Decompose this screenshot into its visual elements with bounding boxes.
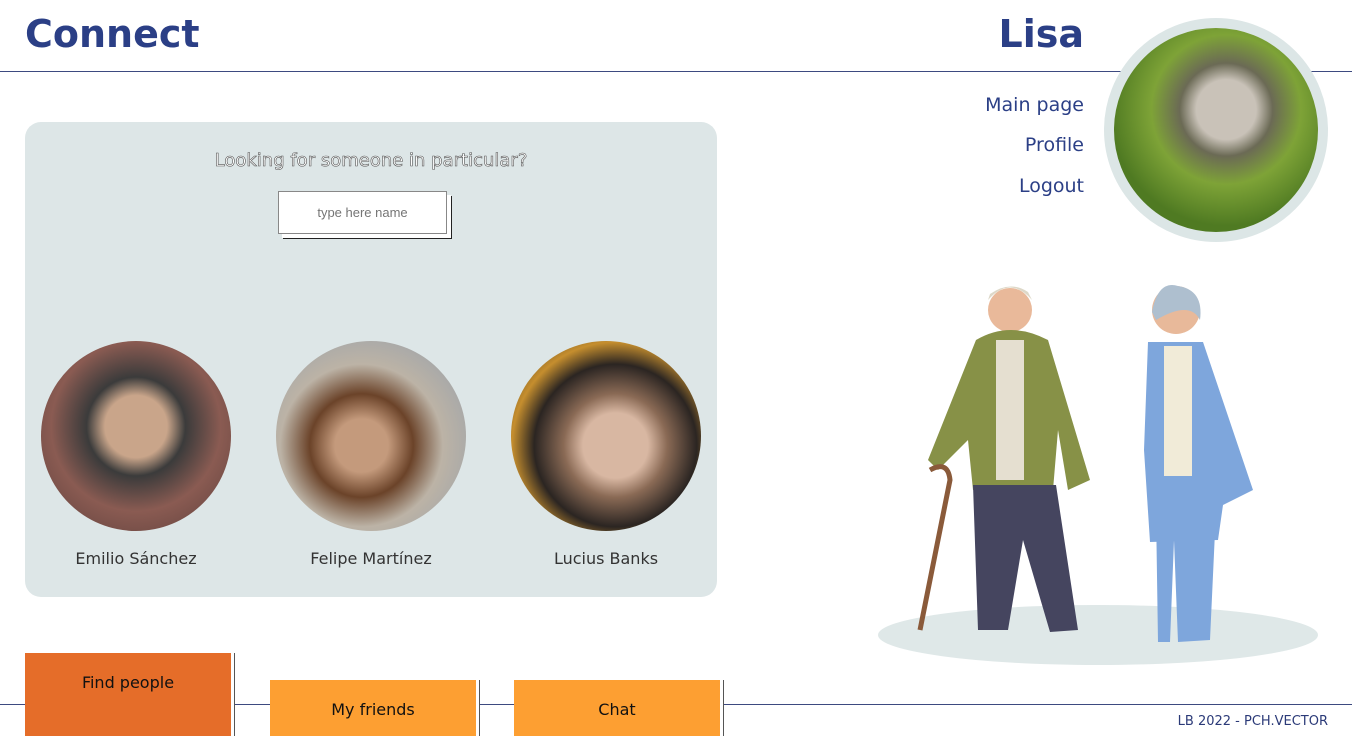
nav-profile[interactable]: Profile (1025, 134, 1084, 156)
person-photo[interactable] (276, 341, 466, 531)
footer-credit: LB 2022 - PCH.VECTOR (1177, 714, 1328, 729)
search-question: Looking for someone in particular? (214, 150, 528, 172)
person-name[interactable]: Emilio Sánchez (41, 549, 231, 568)
nav-logout[interactable]: Logout (1019, 175, 1084, 197)
user-name: Lisa (998, 12, 1085, 56)
app-logo: Connect (25, 12, 200, 56)
person-name[interactable]: Felipe Martínez (276, 549, 466, 568)
search-panel: Looking for someone in particular? Emili… (25, 122, 717, 597)
search-input[interactable] (278, 191, 447, 234)
nav-main-page[interactable]: Main page (985, 94, 1084, 116)
person-card[interactable]: Lucius Banks (511, 341, 701, 568)
tab-my-friends[interactable]: My friends (270, 680, 476, 736)
person-card[interactable]: Emilio Sánchez (41, 341, 231, 568)
person-photo[interactable] (41, 341, 231, 531)
person-photo[interactable] (511, 341, 701, 531)
tab-chat[interactable]: Chat (514, 680, 720, 736)
elderly-couple-illustration (878, 285, 1318, 665)
user-avatar[interactable] (1104, 18, 1328, 242)
tab-find-people[interactable]: Find people (25, 653, 231, 736)
person-name[interactable]: Lucius Banks (511, 549, 701, 568)
person-card[interactable]: Felipe Martínez (276, 341, 466, 568)
